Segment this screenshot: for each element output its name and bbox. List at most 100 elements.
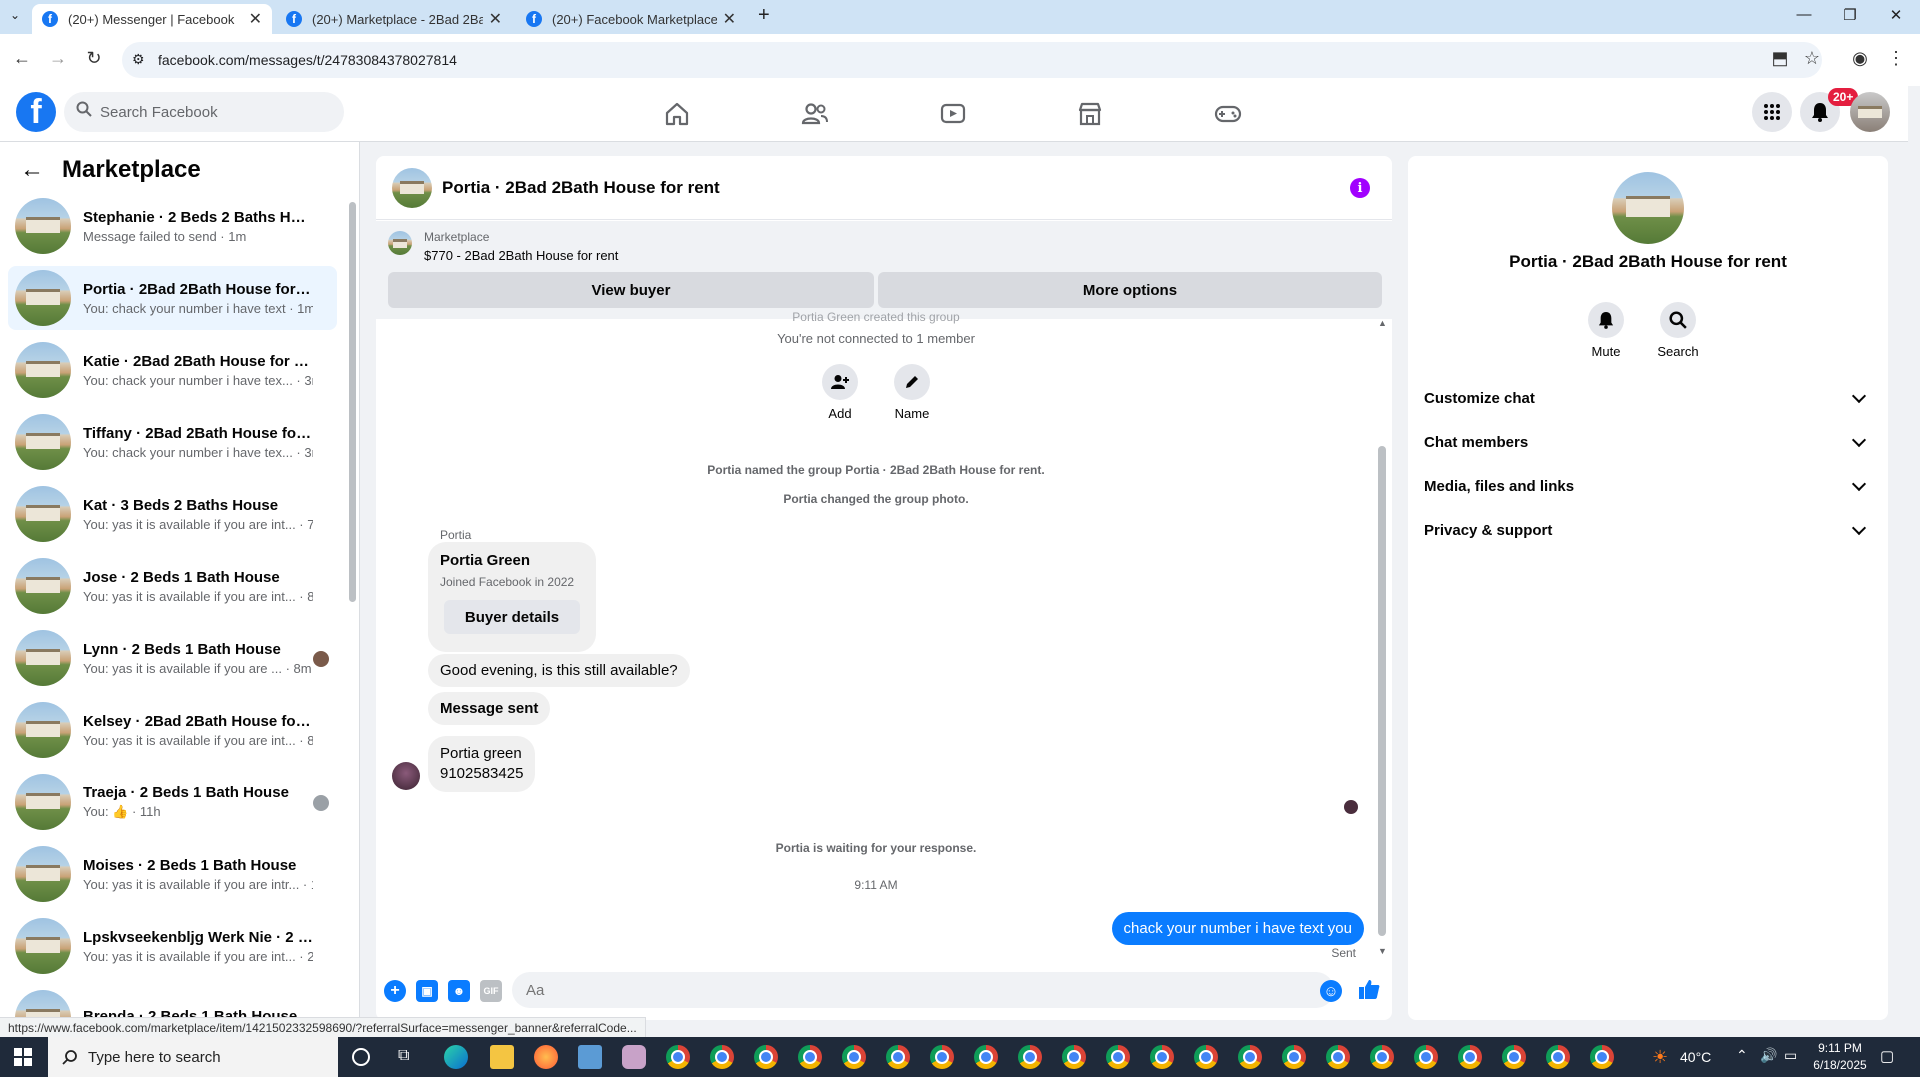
chrome-taskbar-icon[interactable] (666, 1045, 690, 1069)
scroll-up-arrow-icon[interactable]: ▲ (1378, 318, 1387, 328)
tab-search-chevron-icon[interactable]: ⌄ (10, 8, 20, 22)
minimize-icon[interactable]: — (1784, 6, 1824, 23)
chrome-taskbar-icon[interactable] (1238, 1045, 1262, 1069)
conversation-item[interactable]: Katie · 2Bad 2Bath House for rent You: ch… (8, 338, 337, 402)
search-in-chat-button[interactable]: Search (1648, 302, 1708, 359)
conversation-item[interactable]: Moises · 2 Beds 1 Bath House You: yas it … (8, 842, 337, 906)
friends-nav-icon[interactable] (795, 96, 835, 132)
weather-icon[interactable]: ☀ (1652, 1047, 1668, 1068)
chrome-taskbar-icon[interactable] (1150, 1045, 1174, 1069)
search-facebook-input[interactable]: Search Facebook (64, 92, 344, 132)
new-tab-icon[interactable]: + (758, 4, 770, 27)
profile-icon[interactable]: ◉ (1848, 48, 1872, 69)
conversation-item[interactable]: Tiffany · 2Bad 2Bath House for r... You: … (8, 410, 337, 474)
view-buyer-button[interactable]: View buyer (388, 272, 874, 308)
conversation-item[interactable]: Jose · 2 Beds 1 Bath House You: yas it is… (8, 554, 337, 618)
chrome-taskbar-icon[interactable] (1458, 1045, 1482, 1069)
tray-chevron-icon[interactable]: ⌃ (1736, 1047, 1748, 1064)
chrome-taskbar-icon[interactable] (1062, 1045, 1086, 1069)
thumbs-up-icon[interactable] (1358, 978, 1380, 1005)
name-group-button[interactable]: Name (882, 364, 942, 421)
close-tab-icon[interactable]: ✕ (723, 9, 736, 29)
group-photo[interactable] (1612, 172, 1684, 244)
watch-nav-icon[interactable] (933, 96, 973, 132)
chrome-taskbar-icon[interactable] (1018, 1045, 1042, 1069)
browser-menu-icon[interactable]: ⋮ (1884, 48, 1908, 69)
chat-avatar[interactable] (392, 167, 432, 208)
chrome-taskbar-icon[interactable] (1502, 1045, 1526, 1069)
accordion-media-files-links[interactable]: Media, files and links (1424, 464, 1872, 508)
more-actions-plus-icon[interactable]: + (384, 980, 406, 1002)
app-taskbar-icon[interactable] (622, 1045, 646, 1069)
marketplace-nav-icon[interactable] (1070, 96, 1110, 132)
gaming-nav-icon[interactable] (1208, 96, 1248, 132)
chrome-taskbar-icon[interactable] (974, 1045, 998, 1069)
message-input[interactable] (512, 972, 1334, 1008)
url-field[interactable]: ⚙ facebook.com/messages/t/24783084378027… (122, 42, 1822, 78)
facebook-logo-icon[interactable]: f (16, 92, 56, 132)
tab-messenger[interactable]: f (20+) Messenger | Facebook ✕ (32, 4, 272, 34)
accordion-privacy-support[interactable]: Privacy & support (1424, 508, 1872, 552)
accordion-customize-chat[interactable]: Customize chat (1424, 376, 1872, 420)
back-icon[interactable]: ← (10, 48, 34, 69)
task-view-icon[interactable]: ⧉ (398, 1047, 409, 1065)
edge-taskbar-icon[interactable] (444, 1045, 468, 1069)
chat-scrollbar[interactable] (1378, 446, 1386, 936)
chrome-taskbar-icon[interactable] (1590, 1045, 1614, 1069)
chrome-taskbar-icon[interactable] (1414, 1045, 1438, 1069)
install-app-icon[interactable]: ⬒ (1768, 48, 1792, 69)
forward-icon[interactable]: → (46, 48, 70, 69)
bookmark-star-icon[interactable]: ☆ (1800, 48, 1824, 69)
cortana-icon[interactable] (352, 1048, 370, 1066)
chrome-taskbar-icon[interactable] (798, 1045, 822, 1069)
tab-marketplace[interactable]: f (20+) Marketplace - 2Bad 2Bath ✕ (276, 4, 512, 34)
chrome-taskbar-icon[interactable] (1194, 1045, 1218, 1069)
account-avatar[interactable] (1850, 92, 1890, 132)
chrome-taskbar-icon[interactable] (710, 1045, 734, 1069)
conversation-item-selected[interactable]: Portia · 2Bad 2Bath House for rent You: c… (8, 266, 337, 330)
temperature[interactable]: 40°C (1680, 1049, 1711, 1065)
back-arrow-icon[interactable]: ← (20, 156, 44, 184)
notepad-taskbar-icon[interactable] (578, 1045, 602, 1069)
conversation-item[interactable]: Kat · 3 Beds 2 Baths House You: yas it is… (8, 482, 337, 546)
list-scrollbar[interactable] (349, 202, 356, 602)
chrome-taskbar-icon[interactable] (754, 1045, 778, 1069)
close-window-icon[interactable]: ✕ (1876, 6, 1916, 24)
volume-icon[interactable]: 🔊 (1760, 1047, 1777, 1064)
chrome-taskbar-icon[interactable] (1326, 1045, 1350, 1069)
add-member-button[interactable]: Add (810, 364, 870, 421)
more-options-button[interactable]: More options (878, 272, 1382, 308)
conversation-item[interactable]: Stephanie · 2 Beds 2 Baths House Message … (8, 194, 337, 258)
action-center-icon[interactable]: ▢ (1880, 1047, 1894, 1065)
menu-grid-icon[interactable] (1752, 92, 1792, 132)
reload-icon[interactable]: ↻ (82, 48, 106, 69)
site-info-icon[interactable]: ⚙ (132, 51, 145, 68)
home-nav-icon[interactable] (657, 96, 697, 132)
chrome-taskbar-icon[interactable] (842, 1045, 866, 1069)
emoji-icon[interactable]: ☺ (1320, 980, 1342, 1002)
conversation-item[interactable]: Traeja · 2 Beds 1 Bath House You: 👍 · 11h (8, 770, 337, 834)
windows-start-icon[interactable] (14, 1048, 32, 1071)
network-icon[interactable]: ▭ (1784, 1047, 1797, 1064)
chrome-taskbar-icon[interactable] (1370, 1045, 1394, 1069)
restore-icon[interactable]: ❐ (1830, 6, 1870, 24)
scroll-down-arrow-icon[interactable]: ▼ (1378, 946, 1387, 956)
taskbar-search[interactable]: Type here to search (48, 1037, 338, 1077)
chrome-taskbar-icon[interactable] (930, 1045, 954, 1069)
sender-avatar[interactable] (392, 762, 420, 790)
conversation-item[interactable]: Lynn · 2 Beds 1 Bath House You: yas it is… (8, 626, 337, 690)
listing-link[interactable]: $770 - 2Bad 2Bath House for rent (424, 248, 618, 263)
gif-icon[interactable]: GIF (480, 980, 502, 1002)
info-icon[interactable]: i (1350, 178, 1370, 198)
listing-thumbnail[interactable] (388, 231, 412, 255)
close-tab-icon[interactable]: ✕ (489, 9, 502, 29)
firefox-taskbar-icon[interactable] (534, 1045, 558, 1069)
clock[interactable]: 9:11 PM 6/18/2025 (1810, 1040, 1870, 1074)
chrome-taskbar-icon[interactable] (1106, 1045, 1130, 1069)
buyer-details-button[interactable]: Buyer details (444, 600, 580, 634)
chrome-taskbar-icon[interactable] (886, 1045, 910, 1069)
mute-button[interactable]: Mute (1576, 302, 1636, 359)
file-explorer-taskbar-icon[interactable] (490, 1045, 514, 1069)
close-tab-icon[interactable]: ✕ (249, 9, 262, 29)
conversation-item[interactable]: Lpskvseekenbljg Werk Nie · 2 Be... You: y… (8, 914, 337, 978)
